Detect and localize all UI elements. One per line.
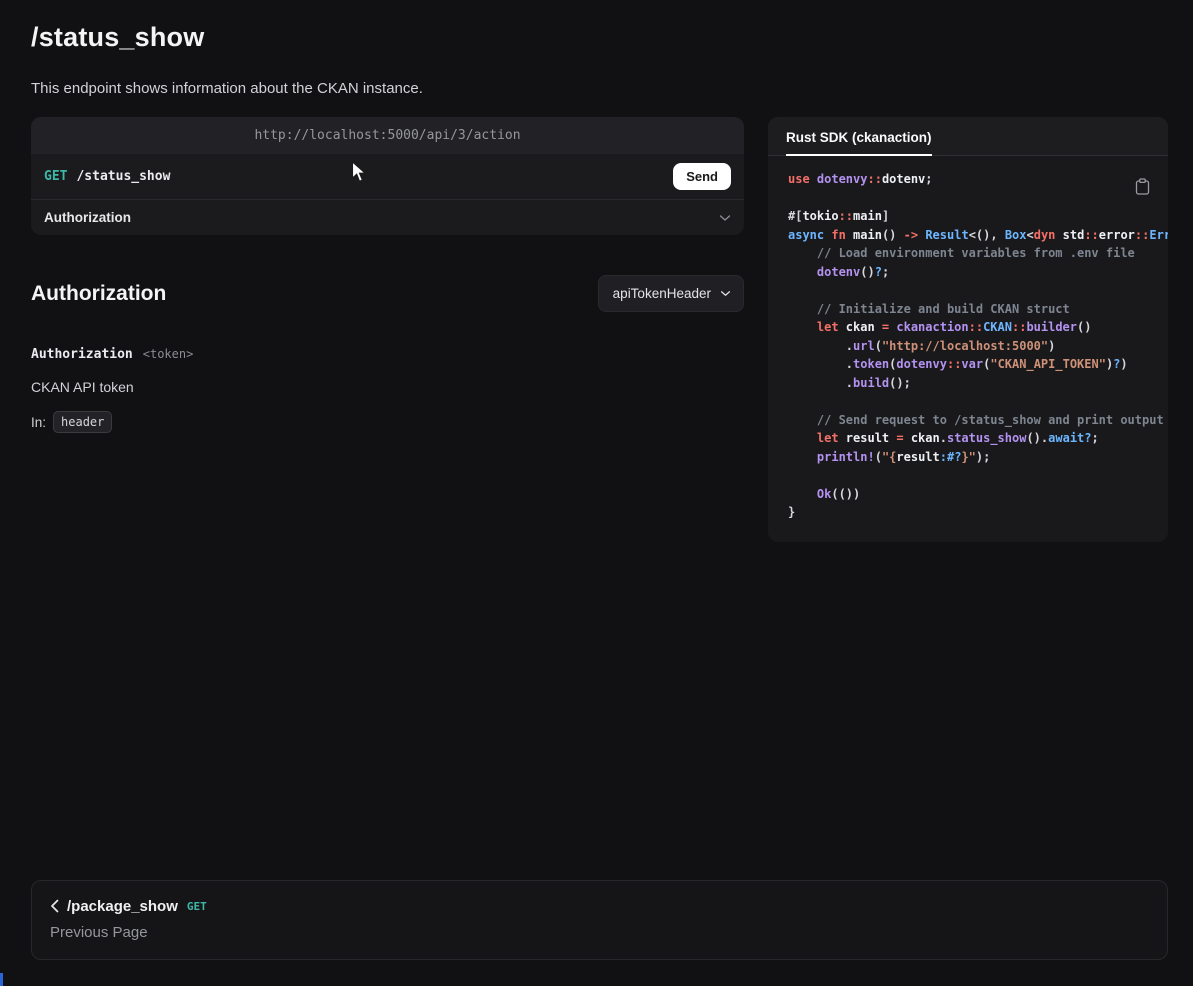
code-line: .token(dotenvy::var("CKAN_API_TOKEN")?) <box>788 355 1168 374</box>
request-row: GET /status_show Send <box>31 154 744 199</box>
chevron-left-icon <box>50 899 59 913</box>
auth-field-description: CKAN API token <box>31 379 744 395</box>
code-line: let ckan = ckanaction::CKAN::builder() <box>788 318 1168 337</box>
previous-page-label: Previous Page <box>50 924 1149 941</box>
authorization-heading: Authorization <box>31 282 166 306</box>
code-line: .build(); <box>788 374 1168 393</box>
copy-to-clipboard-button[interactable] <box>1135 178 1150 198</box>
code-line <box>788 392 1168 411</box>
base-url-bar[interactable]: http://localhost:5000/api/3/action <box>31 117 744 154</box>
code-line <box>788 466 1168 485</box>
main-content-row: http://localhost:5000/api/3/action GET /… <box>31 117 1168 542</box>
code-line: // Load environment variables from .env … <box>788 244 1168 263</box>
auth-in-row: In: header <box>31 411 744 433</box>
page: /status_show This endpoint shows informa… <box>0 0 1193 960</box>
clipboard-icon <box>1135 183 1150 198</box>
authorization-collapsible-row[interactable]: Authorization <box>31 199 744 235</box>
code-line: .url("http://localhost:5000") <box>788 337 1168 356</box>
code-block: use dotenvy::dotenv;#[tokio::main]async … <box>768 156 1168 542</box>
code-line: // Send request to /status_show and prin… <box>788 411 1168 430</box>
code-line: // Initialize and build CKAN struct <box>788 300 1168 319</box>
previous-page-line: /package_show GET <box>50 898 1149 915</box>
auth-scheme-selected-value: apiTokenHeader <box>613 286 711 301</box>
previous-page-card[interactable]: /package_show GET Previous Page <box>31 880 1168 960</box>
http-method-badge: GET <box>44 169 67 184</box>
authorization-row-label: Authorization <box>44 210 131 225</box>
code-line <box>788 281 1168 300</box>
request-test-card: http://localhost:5000/api/3/action GET /… <box>31 117 744 235</box>
code-line: #[tokio::main] <box>788 207 1168 226</box>
corner-accent-bar <box>0 973 3 986</box>
code-line: println!("{result:#?}"); <box>788 448 1168 467</box>
auth-field-type: <token> <box>143 347 194 361</box>
previous-page-path: /package_show <box>67 898 178 915</box>
left-column: http://localhost:5000/api/3/action GET /… <box>31 117 744 433</box>
chevron-down-icon <box>720 290 731 297</box>
code-line: dotenv()?; <box>788 263 1168 282</box>
code-line <box>788 189 1168 208</box>
code-line: use dotenvy::dotenv; <box>788 170 1168 189</box>
chevron-down-icon[interactable] <box>719 214 731 222</box>
code-line: } <box>788 503 1168 522</box>
auth-field-row: Authorization <token> <box>31 347 744 362</box>
auth-field-name: Authorization <box>31 347 133 362</box>
base-url-text: http://localhost:5000/api/3/action <box>254 128 520 143</box>
code-line: async fn main() -> Result<(), Box<dyn st… <box>788 226 1168 245</box>
auth-scheme-select[interactable]: apiTokenHeader <box>598 275 744 312</box>
code-panel-header: Rust SDK (ckanaction) <box>768 117 1168 156</box>
request-path: /status_show <box>76 169 170 184</box>
code-sample-panel: Rust SDK (ckanaction) use dotenvy::doten… <box>768 117 1168 542</box>
page-title: /status_show <box>31 20 1168 54</box>
page-description: This endpoint shows information about th… <box>31 78 1168 99</box>
code-line: Ok(()) <box>788 485 1168 504</box>
send-button[interactable]: Send <box>673 163 731 190</box>
previous-page-method-badge: GET <box>187 900 207 913</box>
authorization-section-header: Authorization apiTokenHeader <box>31 275 744 312</box>
in-label: In: <box>31 415 46 430</box>
code-line: let result = ckan.status_show().await?; <box>788 429 1168 448</box>
in-value-badge: header <box>53 411 112 433</box>
tab-rust-sdk[interactable]: Rust SDK (ckanaction) <box>786 130 932 156</box>
